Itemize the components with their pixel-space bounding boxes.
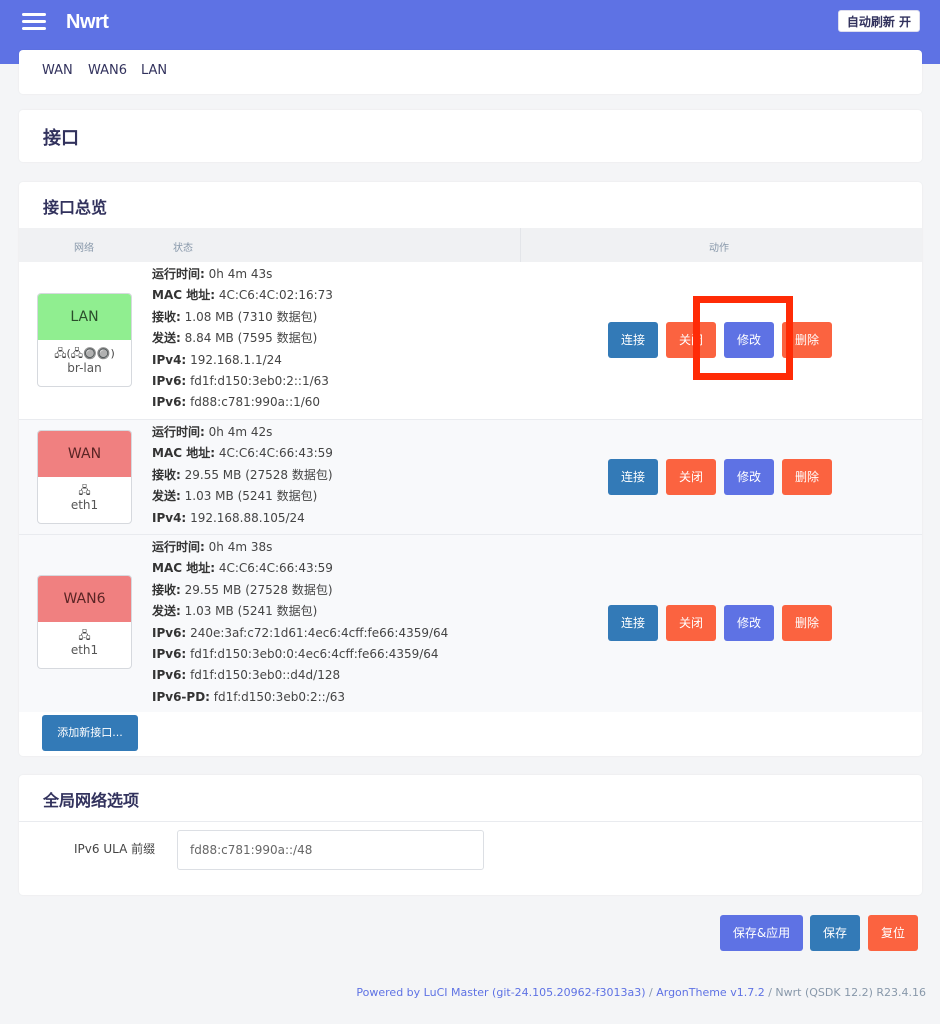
status-line: 运行时间: 0h 4m 42s (152, 425, 273, 439)
interface-badge-wan[interactable]: WAN 🖧 eth1 (37, 430, 132, 524)
tab-lan[interactable]: LAN (141, 63, 167, 78)
footer: Powered by LuCI Master (git-24.105.20962… (356, 986, 926, 999)
status-line: IPv4: 192.168.88.105/24 (152, 510, 305, 525)
tab-wan[interactable]: WAN (42, 63, 73, 78)
save-button[interactable]: 保存 (810, 915, 860, 951)
table-row-wan: WAN 🖧 eth1 运行时间: 0h 4m 42s MAC 地址: 4C:C6… (19, 419, 922, 534)
divider (19, 821, 922, 822)
brand-logo[interactable]: Nwrt (66, 11, 109, 34)
status-line: MAC 地址: 4C:C6:4C:66:43:59 (152, 561, 333, 576)
ula-prefix-input[interactable] (177, 830, 484, 870)
column-network: 网络 (74, 243, 94, 254)
luci-link[interactable]: Powered by LuCI Master (git-24.105.20962… (356, 986, 645, 999)
delete-button-wan6[interactable]: 删除 (782, 605, 832, 641)
status-line: 接收: 29.55 MB (27528 数据包) (152, 467, 333, 482)
interface-status: 运行时间: 0h 4m 42s MAC 地址: 4C:C6:4C:66:43:5… (152, 422, 333, 529)
status-line: IPv6-PD: fd1f:d150:3eb0:2::/63 (152, 689, 346, 704)
theme-link[interactable]: ArgonTheme v1.7.2 (656, 986, 764, 999)
overview-title: 接口总览 (43, 198, 108, 217)
network-device-icon: 🖧(🖧🔘🔘) (54, 347, 115, 360)
edit-button-wan[interactable]: 修改 (724, 459, 774, 495)
firmware-version: Nwrt (QSDK 12.2) R23.4.16 (775, 986, 926, 999)
status-line: 发送: 1.03 MB (5241 数据包) (152, 489, 318, 504)
close-button-wan6[interactable]: 关闭 (666, 605, 716, 641)
global-options-title: 全局网络选项 (43, 791, 140, 810)
status-line: IPv6: fd88:c781:990a::1/60 (152, 395, 321, 410)
highlight-box (693, 296, 793, 380)
interface-overview: 接口总览 网络 状态 动作 LAN 🖧(🖧🔘🔘) br-lan 运行时间: 0h… (19, 182, 922, 756)
column-actions: 动作 (709, 243, 729, 254)
status-line: 发送: 8.84 MB (7595 数据包) (152, 331, 318, 346)
device-name: eth1 (70, 643, 99, 657)
status-line: 接收: 29.55 MB (27528 数据包) (152, 582, 333, 597)
close-button-wan[interactable]: 关闭 (666, 459, 716, 495)
interface-tabs: WAN WAN6 LAN (19, 50, 922, 94)
interface-status: 运行时间: 0h 4m 43s MAC 地址: 4C:C6:4C:02:16:7… (152, 264, 333, 414)
interface-badge-lan[interactable]: LAN 🖧(🖧🔘🔘) br-lan (37, 293, 132, 387)
interface-name: LAN (38, 294, 131, 340)
status-line: MAC 地址: 4C:C6:4C:66:43:59 (152, 446, 333, 461)
network-device-icon: 🖧 (78, 484, 91, 497)
column-divider (520, 228, 521, 262)
status-line: IPv4: 192.168.1.1/24 (152, 352, 282, 367)
add-interface-button[interactable]: 添加新接口... (42, 715, 138, 751)
edit-button-wan6[interactable]: 修改 (724, 605, 774, 641)
connect-button-lan[interactable]: 连接 (608, 322, 658, 358)
status-line: 接收: 1.08 MB (7310 数据包) (152, 309, 318, 324)
save-apply-button[interactable]: 保存&应用 (720, 915, 803, 951)
status-line: IPv6: fd1f:d150:3eb0:2::1/63 (152, 374, 329, 389)
auto-refresh-toggle[interactable]: 自动刷新 开 (837, 10, 920, 32)
network-device-icon: 🖧 (78, 629, 91, 642)
table-header: 网络 状态 动作 (19, 228, 922, 262)
column-status: 状态 (173, 243, 193, 254)
interface-status: 运行时间: 0h 4m 38s MAC 地址: 4C:C6:4C:66:43:5… (152, 537, 448, 708)
page-title-card: 接口 (19, 110, 922, 162)
delete-button-wan[interactable]: 删除 (782, 459, 832, 495)
hamburger-menu-icon[interactable] (22, 13, 46, 31)
tab-wan6[interactable]: WAN6 (88, 63, 127, 78)
status-line: 运行时间: 0h 4m 43s (152, 267, 273, 281)
device-name: br-lan (67, 361, 102, 375)
table-row-wan6: WAN6 🖧 eth1 运行时间: 0h 4m 38s MAC 地址: 4C:C… (19, 534, 922, 712)
global-network-options: 全局网络选项 IPv6 ULA 前缀 (19, 775, 922, 895)
status-line: 运行时间: 0h 4m 38s (152, 540, 273, 554)
interface-name: WAN (38, 431, 131, 477)
ula-prefix-label: IPv6 ULA 前缀 (74, 842, 156, 856)
status-line: IPv6: 240e:3af:c72:1d61:4ec6:4cff:fe66:4… (152, 625, 449, 640)
status-line: 发送: 1.03 MB (5241 数据包) (152, 604, 318, 619)
reset-button[interactable]: 复位 (868, 915, 918, 951)
status-line: MAC 地址: 4C:C6:4C:02:16:73 (152, 288, 333, 303)
page-title: 接口 (43, 128, 79, 149)
connect-button-wan6[interactable]: 连接 (608, 605, 658, 641)
device-name: eth1 (70, 498, 99, 512)
status-line: IPv6: fd1f:d150:3eb0:0:4ec6:4cff:fe66:43… (152, 647, 439, 662)
interface-badge-wan6[interactable]: WAN6 🖧 eth1 (37, 575, 132, 669)
connect-button-wan[interactable]: 连接 (608, 459, 658, 495)
interface-name: WAN6 (38, 576, 131, 622)
status-line: IPv6: fd1f:d150:3eb0::d4d/128 (152, 668, 341, 683)
